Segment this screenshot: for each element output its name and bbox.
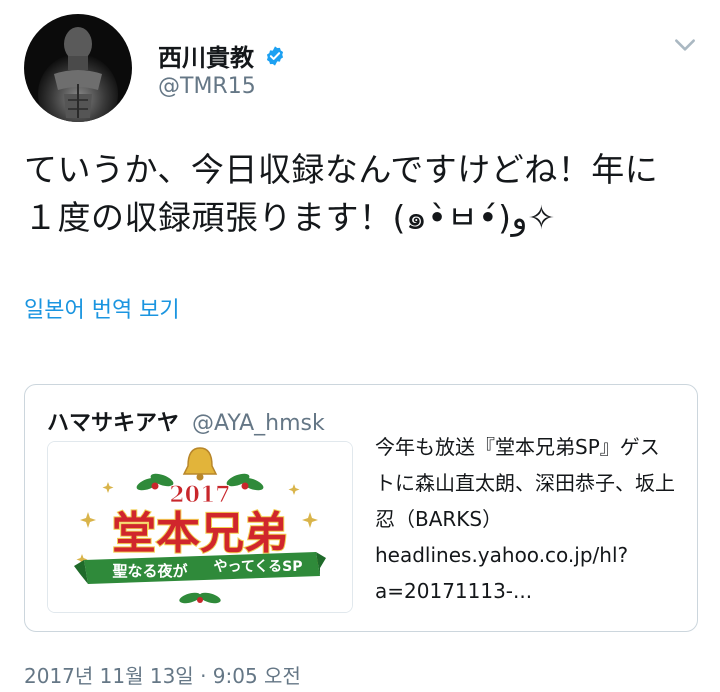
verified-badge-icon	[266, 45, 284, 66]
tweet-text: ていうか、今日収録なんですけどね！年に １度の収録頑張ります！(๑•̀ㅂ•́)و…	[24, 146, 700, 242]
quoted-tweet-text: 今年も放送『堂本兄弟SP』ゲストに森山直太朗、深田恭子、坂上忍（BARKS）he…	[375, 435, 675, 603]
show-logo-image: 2017 堂本兄弟 聖なる夜が やってくるSP	[48, 442, 352, 612]
tweet-container: 西川貴教 @TMR15 ていうか、今日収録なんですけどね！年に １度の収録頑張り…	[0, 0, 720, 692]
user-avatar[interactable]	[24, 14, 132, 122]
logo-subtitle-right: やってくるSP	[214, 559, 303, 575]
chevron-down-icon[interactable]	[672, 32, 698, 58]
user-handle[interactable]: @TMR15	[158, 74, 256, 99]
quoted-tweet-header: ハマサキアヤ @AYA_hmsk	[47, 405, 325, 437]
logo-subtitle-left: 聖なる夜が	[112, 562, 188, 580]
translate-tweet-link[interactable]: 일본어 번역 보기	[24, 292, 180, 324]
display-name[interactable]: 西川貴教	[158, 38, 254, 73]
avatar-photo-icon	[24, 14, 132, 122]
tweet-text-line-1: ていうか、今日収録なんですけどね！年に	[24, 150, 659, 189]
logo-title: 堂本兄弟	[112, 508, 288, 559]
logo-year: 2017	[169, 482, 230, 508]
quoted-tweet-thumbnail[interactable]: 2017 堂本兄弟 聖なる夜が やってくるSP	[47, 441, 353, 613]
quoted-tweet-author-handle: @AYA_hmsk	[192, 411, 325, 436]
tweet-timestamp[interactable]: 2017년 11월 13일 · 9:05 오전	[24, 660, 301, 689]
quoted-tweet-card[interactable]: ハマサキアヤ @AYA_hmsk 2017 堂本兄弟 聖なる夜が やってくるSP…	[24, 384, 698, 632]
tweet-text-line-2: １度の収録頑張ります！(๑•̀ㅂ•́)و✧	[24, 198, 556, 237]
user-name-row[interactable]: 西川貴教	[158, 38, 286, 73]
quoted-tweet-author-name: ハマサキアヤ	[47, 411, 180, 436]
